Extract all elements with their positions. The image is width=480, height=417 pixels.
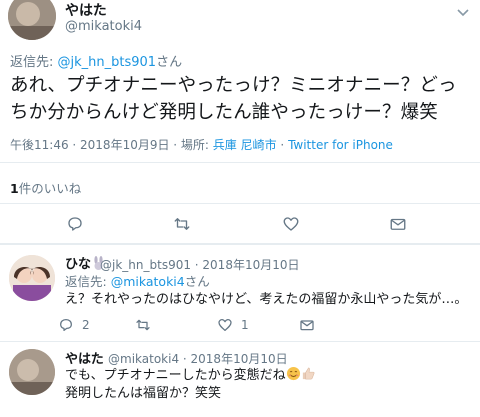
thumbs-up-icon: [301, 366, 316, 387]
avatar[interactable]: [9, 255, 55, 301]
reply-icon[interactable]: [66, 215, 84, 233]
reply-count: 2: [82, 318, 90, 332]
heart-icon[interactable]: [217, 317, 233, 333]
tweet-metadata: 午後11:46 · 2018年10月9日 · 場所: 兵庫 尼崎市 · Twit…: [10, 138, 393, 152]
likes-summary[interactable]: 1件のいいね: [10, 178, 81, 197]
envelope-icon[interactable]: [389, 215, 407, 233]
avatar[interactable]: [8, 0, 56, 40]
avatar[interactable]: [9, 349, 55, 395]
reply-handle-link[interactable]: @mikatoki4: [111, 274, 185, 289]
source-link[interactable]: Twitter for iPhone: [288, 138, 393, 152]
divider: [0, 243, 480, 245]
user-handle[interactable]: @mikatoki4: [65, 19, 142, 34]
location-link[interactable]: 兵庫 尼崎市: [213, 138, 277, 152]
reply-icon[interactable]: [58, 317, 74, 333]
reply-handle-link[interactable]: @jk_hn_bts901: [58, 55, 157, 70]
chevron-down-icon[interactable]: [456, 4, 470, 18]
tweet-text: あれ、プチオナニーやったっけ？ミニオナニー？どっ ちか分からんけど発明したん誰や…: [10, 75, 457, 123]
reply-context: 返信先: @mikatoki4さん: [65, 274, 210, 289]
retweet-icon[interactable]: [173, 215, 191, 233]
display-name[interactable]: やはた: [65, 348, 104, 367]
divider: [0, 162, 480, 163]
reply-text: え？それやったのはひなやけど、考えたの福留か永山やった気が…。: [65, 292, 468, 307]
reply-context: 返信先: @jk_hn_bts901さん: [10, 55, 183, 70]
envelope-icon[interactable]: [299, 317, 315, 333]
reply-text: 発明したんは福留か？笑笑: [65, 386, 222, 401]
display-name[interactable]: やはた: [65, 0, 107, 20]
heart-icon[interactable]: [282, 215, 300, 233]
divider: [0, 341, 480, 342]
retweet-icon[interactable]: [135, 317, 151, 333]
divider: [0, 203, 480, 204]
like-count: 1: [241, 318, 249, 332]
smiling-face-icon: [286, 366, 301, 387]
user-handle[interactable]: @mikatoki4 · 2018年10月10日: [108, 350, 288, 367]
